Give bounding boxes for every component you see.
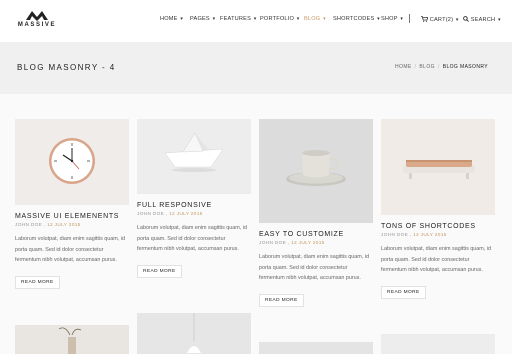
breadcrumb-home[interactable]: HOME: [395, 64, 412, 70]
post-excerpt: Laborum volutpat, diam enim sagittis qua…: [15, 236, 125, 263]
read-more-button[interactable]: READ MORE: [137, 264, 182, 278]
vase-image: [58, 327, 82, 354]
post-card: EASY TO CUSTOMIZE JOHN DOE , 12 JULY 201…: [259, 119, 373, 307]
lamp-image: [187, 313, 201, 353]
logo-mark-icon: [26, 11, 48, 21]
wall-clock-image: [49, 138, 95, 184]
search-icon: [463, 16, 469, 22]
nav-item-home[interactable]: HOME ▾: [160, 16, 183, 22]
nav-item-features[interactable]: FEATURES ▾: [220, 16, 257, 22]
post-card: MASSIVE UI ELEMENENTS JOHN DOE , 12 JULY…: [15, 119, 129, 289]
cart-link[interactable]: CART(2) ▾: [421, 16, 459, 23]
read-more-button[interactable]: READ MORE: [381, 285, 426, 299]
post-image-next[interactable]: [381, 334, 495, 354]
post-meta: JOHN DOE , 12 JULY 2015: [259, 241, 325, 246]
logo-text: MASSIVE: [17, 22, 57, 28]
paper-boat-image: [164, 132, 224, 172]
nav-item-shop[interactable]: SHOP ▾: [381, 16, 403, 22]
post-image-wall-clock[interactable]: [15, 119, 129, 205]
post-image-next[interactable]: [15, 325, 129, 354]
site-header: MASSIVE HOME ▾ PAGES ▾ FEATURES ▾ PORTFO…: [0, 0, 512, 42]
post-title[interactable]: FULL RESPONSIVE: [137, 202, 251, 209]
logo[interactable]: MASSIVE: [17, 9, 57, 28]
cup-and-saucer-image: [286, 150, 346, 186]
post-image-cup-and-saucer[interactable]: [259, 119, 373, 223]
cart-icon: [421, 16, 429, 22]
post-image-next[interactable]: [259, 342, 373, 354]
breadcrumb: HOME / BLOG / BLOG MASONRY: [395, 64, 488, 70]
post-meta: JOHN DOE , 12 JULY 2015: [381, 233, 447, 238]
nav-item-pages[interactable]: PAGES ▾: [190, 16, 215, 22]
read-more-button[interactable]: READ MORE: [259, 293, 304, 307]
post-excerpt: Laborum volutpat, diam enim sagittis qua…: [259, 254, 369, 281]
wooden-tray-image: [403, 160, 475, 179]
post-title[interactable]: MASSIVE UI ELEMENENTS: [15, 213, 129, 220]
page-title-bar: BLOG MASONRY - 4 HOME / BLOG / BLOG MASONRY: [0, 42, 512, 94]
search-link[interactable]: SEARCH ▾: [463, 16, 501, 23]
post-excerpt: Laborum volutpat, diam enim sagittis qua…: [381, 246, 491, 273]
breadcrumb-current: BLOG MASONRY: [442, 64, 488, 70]
read-more-button[interactable]: READ MORE: [15, 275, 60, 289]
post-meta: JOHN DOE , 12 JULY 2015: [15, 223, 81, 228]
post-title[interactable]: EASY TO CUSTOMIZE: [259, 231, 373, 238]
post-meta: JOHN DOE , 12 JULY 2015: [137, 212, 203, 217]
post-card: FULL RESPONSIVE JOHN DOE , 12 JULY 2015 …: [137, 119, 251, 278]
post-card: TONS OF SHORTCODES JOHN DOE , 12 JULY 20…: [381, 119, 495, 299]
post-image-wooden-tray[interactable]: [381, 119, 495, 215]
nav-divider: [409, 14, 410, 23]
post-image-next[interactable]: [137, 313, 251, 354]
nav-item-blog[interactable]: BLOG ▾: [304, 16, 326, 22]
page-title: BLOG MASONRY - 4: [17, 63, 116, 72]
breadcrumb-blog[interactable]: BLOG: [419, 64, 435, 70]
nav-item-shortcodes[interactable]: SHORTCODES ▾: [333, 16, 380, 22]
post-title[interactable]: TONS OF SHORTCODES: [381, 223, 495, 230]
post-excerpt: Laborum volutpat, diam enim sagittis qua…: [137, 225, 247, 252]
nav-item-portfolio[interactable]: PORTFOLIO ▾: [260, 16, 300, 22]
post-image-paper-boat[interactable]: [137, 119, 251, 194]
